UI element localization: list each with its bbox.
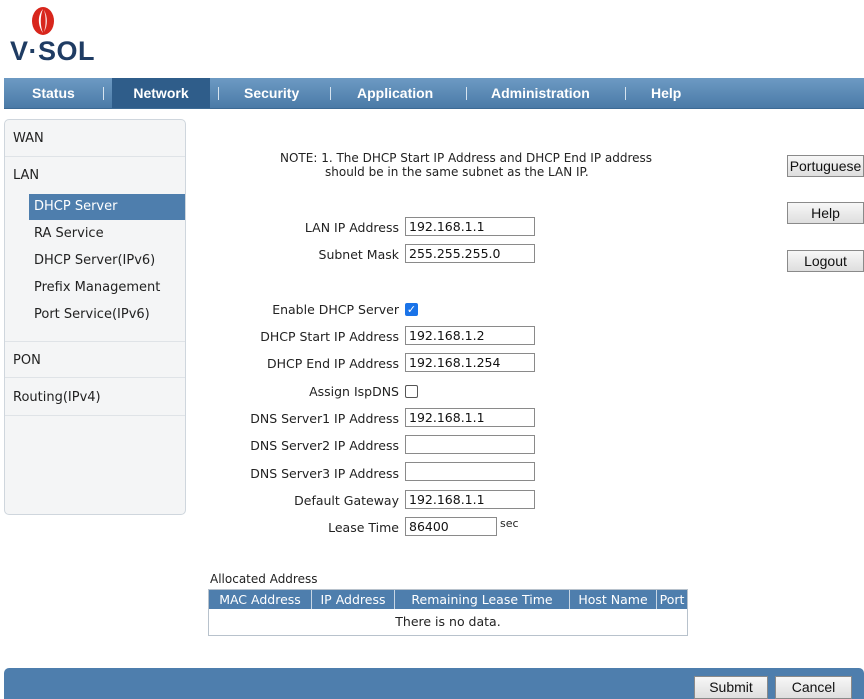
nav-separator: [625, 87, 626, 100]
lease-time-label: Lease Time: [328, 520, 399, 535]
note-line-1: NOTE: 1. The DHCP Start IP Address and D…: [280, 151, 653, 165]
enable-dhcp-label: Enable DHCP Server: [272, 302, 399, 317]
column-ip-address: IP Address: [312, 590, 395, 609]
default-gateway-label: Default Gateway: [294, 493, 399, 508]
nav-separator: [218, 87, 219, 100]
nav-tab-status[interactable]: Status: [32, 78, 75, 108]
sidebar-item-ra-service[interactable]: RA Service: [29, 221, 185, 247]
sidebar-item-port-service-ipv6[interactable]: Port Service(IPv6): [29, 302, 185, 328]
allocated-address-title: Allocated Address: [210, 572, 318, 586]
nav-tab-security[interactable]: Security: [244, 78, 299, 108]
sidebar-item-dhcp-server-ipv6[interactable]: DHCP Server(IPv6): [29, 248, 185, 274]
sidebar: WAN LAN DHCP Server RA Service DHCP Serv…: [4, 119, 186, 515]
column-mac-address: MAC Address: [209, 590, 312, 609]
dhcp-note: NOTE: 1. The DHCP Start IP Address and D…: [280, 151, 652, 179]
flame-logo-icon: [32, 7, 54, 35]
dhcp-end-ip-input[interactable]: 192.168.1.254: [405, 353, 535, 372]
dns3-input[interactable]: [405, 462, 535, 481]
sidebar-item-pon[interactable]: PON: [5, 341, 185, 378]
dhcp-end-ip-label: DHCP End IP Address: [267, 356, 399, 371]
main-nav: Status Network Security Application Admi…: [4, 78, 864, 109]
logo-text: V·SOL: [10, 36, 96, 66]
assign-ispdns-checkbox[interactable]: [405, 385, 418, 398]
nav-separator: [330, 87, 331, 100]
table-empty-message: There is no data.: [395, 614, 501, 629]
submit-button[interactable]: Submit: [694, 676, 768, 699]
column-host-name: Host Name: [570, 590, 657, 609]
nav-tab-administration[interactable]: Administration: [491, 78, 590, 108]
nav-separator: [103, 87, 104, 100]
nav-tab-network[interactable]: Network: [112, 78, 210, 108]
dns1-label: DNS Server1 IP Address: [250, 411, 399, 426]
sidebar-item-prefix-management[interactable]: Prefix Management: [29, 275, 185, 301]
nav-separator: [466, 87, 467, 100]
sidebar-item-routing-ipv4[interactable]: Routing(IPv4): [5, 379, 185, 416]
sidebar-item-lan[interactable]: LAN: [5, 157, 185, 194]
nav-tab-help[interactable]: Help: [651, 78, 681, 108]
allocated-address-table: MAC Address IP Address Remaining Lease T…: [208, 589, 688, 636]
sidebar-item-wan[interactable]: WAN: [5, 120, 185, 157]
assign-ispdns-label: Assign IspDNS: [309, 384, 399, 399]
dhcp-start-ip-label: DHCP Start IP Address: [260, 329, 399, 344]
nav-tab-application[interactable]: Application: [357, 78, 433, 108]
column-port: Port: [659, 592, 685, 607]
lan-ip-input[interactable]: 192.168.1.1: [405, 217, 535, 236]
dns1-input[interactable]: 192.168.1.1: [405, 408, 535, 427]
portuguese-button[interactable]: Portuguese: [787, 155, 864, 177]
dns2-label: DNS Server2 IP Address: [250, 438, 399, 453]
vsol-logo: V·SOL: [8, 6, 118, 70]
sidebar-item-dhcp-server[interactable]: DHCP Server: [29, 194, 185, 220]
dhcp-start-ip-input[interactable]: 192.168.1.2: [405, 326, 535, 345]
note-line-2: should be in the same subnet as the LAN …: [325, 165, 589, 179]
cancel-button[interactable]: Cancel: [775, 676, 852, 699]
column-remaining-lease-time: Remaining Lease Time: [395, 590, 570, 609]
subnet-mask-label: Subnet Mask: [318, 247, 399, 262]
subnet-mask-input[interactable]: 255.255.255.0: [405, 244, 535, 263]
help-button[interactable]: Help: [787, 202, 864, 224]
enable-dhcp-checkbox[interactable]: ✓: [405, 303, 418, 316]
lease-time-input[interactable]: 86400: [405, 517, 497, 536]
table-header: MAC Address IP Address Remaining Lease T…: [209, 590, 687, 609]
dns3-label: DNS Server3 IP Address: [250, 466, 399, 481]
logout-button[interactable]: Logout: [787, 250, 864, 272]
dns2-input[interactable]: [405, 435, 535, 454]
default-gateway-input[interactable]: 192.168.1.1: [405, 490, 535, 509]
lease-time-unit: sec: [500, 517, 519, 530]
lan-ip-label: LAN IP Address: [304, 220, 399, 235]
